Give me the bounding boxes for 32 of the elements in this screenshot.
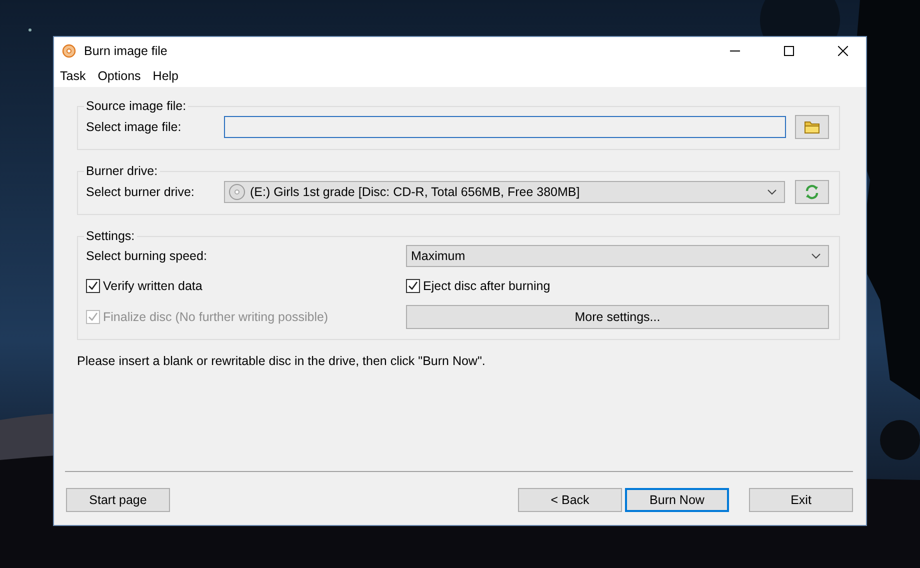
checkbox[interactable]: [406, 279, 420, 293]
refresh-button[interactable]: [795, 180, 829, 204]
refresh-icon: [804, 184, 820, 200]
group-title: Settings:: [85, 229, 136, 243]
checkbox-label: Verify written data: [103, 279, 202, 293]
checkbox[interactable]: [86, 279, 100, 293]
group-title: Burner drive:: [85, 164, 159, 178]
footer-button[interactable]: Start page: [66, 488, 170, 512]
field-label: Select burner drive:: [86, 185, 196, 199]
footer-button[interactable]: Burn Now: [625, 488, 729, 512]
checkbox-label: Finalize disc (No further writing possible): [103, 310, 328, 324]
window-title: Burn image file: [84, 44, 168, 58]
drive-dropdown[interactable]: (E:) Girls 1st grade [Disc: CD-R, Total 656MB, Free 380MB]: [224, 181, 785, 203]
group-title: Source image file:: [85, 99, 188, 113]
checkbox-label: Eject disc after burning: [423, 279, 550, 293]
more-settings-button[interactable]: More settings...: [406, 305, 829, 329]
browse-button[interactable]: [795, 115, 829, 139]
disc-icon: [62, 44, 76, 58]
footer-button[interactable]: Exit: [749, 488, 853, 512]
menu-item[interactable]: Options: [98, 69, 141, 83]
menu-item[interactable]: Task: [60, 69, 86, 83]
disc-icon: [229, 184, 245, 200]
speed-dropdown[interactable]: Maximum: [406, 245, 829, 267]
instruction-text: Please insert a blank or rewritable disc in the drive, then click "Burn Now".: [77, 354, 486, 368]
field-label: Select image file:: [86, 120, 182, 134]
footer-button[interactable]: < Back: [518, 488, 622, 512]
input-field[interactable]: [224, 116, 786, 138]
caret-icon: [811, 253, 821, 259]
folder-icon: [804, 120, 820, 134]
field-label: Select burning speed:: [86, 249, 208, 263]
caret-icon: [767, 189, 777, 195]
menu-item[interactable]: Help: [152, 69, 179, 83]
